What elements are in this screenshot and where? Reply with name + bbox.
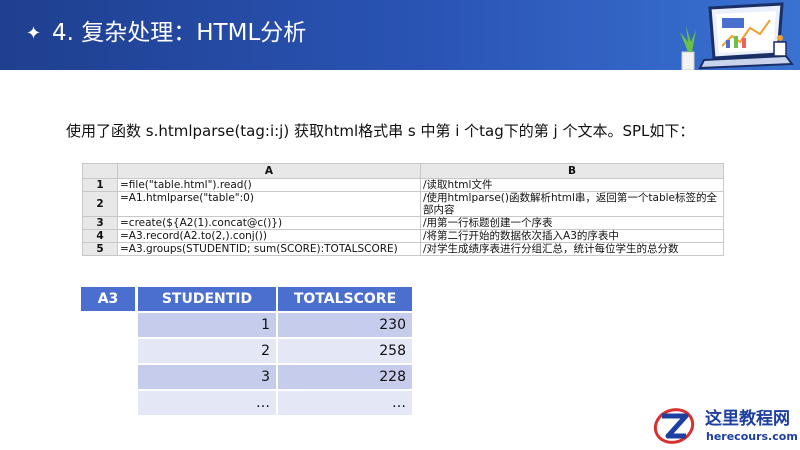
row-gutter bbox=[81, 311, 138, 338]
table-row: 1 230 bbox=[81, 311, 412, 338]
result-header-totalscore: TOTALSCORE bbox=[277, 287, 412, 312]
cell-a[interactable]: =A3.groups(STUDENTID; sum(SCORE):TOTALSC… bbox=[117, 242, 421, 256]
cell-b[interactable]: /将第二行开始的数据依次插入A3的序表中 bbox=[420, 229, 724, 243]
code-row: 1 =file("table.html").read() /读取html文件 bbox=[82, 178, 724, 192]
code-table-corner bbox=[82, 163, 118, 179]
slide-header: ✦ 4. 复杂处理：HTML分析 bbox=[0, 0, 800, 70]
result-table-a3: A3 STUDENTID TOTALSCORE 1 230 2 258 3 22… bbox=[81, 287, 412, 415]
cell-a[interactable]: =A3.record(A2.to(2,).conj()) bbox=[117, 229, 421, 243]
cell-b[interactable]: /对学生成绩序表进行分组汇总，统计每位学生的总分数 bbox=[420, 242, 724, 256]
code-row: 2 =A1.htmlparse("table":0) /使用htmlparse(… bbox=[82, 191, 724, 217]
cell-studentid: 1 bbox=[136, 311, 278, 338]
table-row: … … bbox=[81, 389, 412, 415]
code-table-header-row: A B bbox=[82, 163, 724, 179]
brand-url: herecours.com bbox=[706, 430, 798, 443]
row-number: 2 bbox=[82, 191, 118, 217]
cell-studentid: 3 bbox=[136, 363, 278, 390]
table-row: 2 258 bbox=[81, 337, 412, 364]
cell-a[interactable]: =file("table.html").read() bbox=[117, 178, 421, 192]
cell-studentid: … bbox=[136, 389, 278, 415]
result-header-row: A3 STUDENTID TOTALSCORE bbox=[81, 287, 412, 312]
row-gutter bbox=[81, 389, 138, 415]
laptop-analytics-illustration-icon bbox=[680, 2, 794, 70]
cell-a[interactable]: =A1.htmlparse("table":0) bbox=[117, 191, 421, 217]
result-corner-label: A3 bbox=[81, 287, 138, 312]
cell-totalscore: 228 bbox=[277, 363, 412, 390]
site-logo-icon bbox=[653, 408, 695, 444]
spl-code-table: A B 1 =file("table.html").read() /读取html… bbox=[82, 163, 724, 256]
code-row: 4 =A3.record(A2.to(2,).conj()) /将第二行开始的数… bbox=[82, 229, 724, 243]
cell-b[interactable]: /用第一行标题创建一个序表 bbox=[420, 216, 724, 230]
result-header-studentid: STUDENTID bbox=[136, 287, 278, 312]
row-gutter bbox=[81, 363, 138, 390]
row-number: 5 bbox=[82, 242, 118, 256]
cell-studentid: 2 bbox=[136, 337, 278, 364]
slide-title: 4. 复杂处理：HTML分析 bbox=[52, 20, 307, 46]
cell-totalscore: 230 bbox=[277, 311, 412, 338]
row-number: 1 bbox=[82, 178, 118, 192]
code-row: 5 =A3.groups(STUDENTID; sum(SCORE):TOTAL… bbox=[82, 242, 724, 256]
column-header-a: A bbox=[117, 163, 421, 179]
sparkle-icon: ✦ bbox=[26, 23, 42, 44]
cell-b[interactable]: /使用htmlparse()函数解析html串，返回第一个table标签的全部内… bbox=[420, 191, 724, 217]
cell-a[interactable]: =create(${A2(1).concat@c()}) bbox=[117, 216, 421, 230]
cell-totalscore: 258 bbox=[277, 337, 412, 364]
row-number: 3 bbox=[82, 216, 118, 230]
intro-text: 使用了函数 s.htmlparse(tag:i:j) 获取html格式串 s 中… bbox=[66, 122, 695, 140]
code-row: 3 =create(${A2(1).concat@c()}) /用第一行标题创建… bbox=[82, 216, 724, 230]
brand-name: 这里教程网 bbox=[705, 409, 790, 429]
cell-b[interactable]: /读取html文件 bbox=[420, 178, 724, 192]
row-number: 4 bbox=[82, 229, 118, 243]
row-gutter bbox=[81, 337, 138, 364]
column-header-b: B bbox=[420, 163, 724, 179]
cell-totalscore: … bbox=[277, 389, 412, 415]
table-row: 3 228 bbox=[81, 363, 412, 390]
